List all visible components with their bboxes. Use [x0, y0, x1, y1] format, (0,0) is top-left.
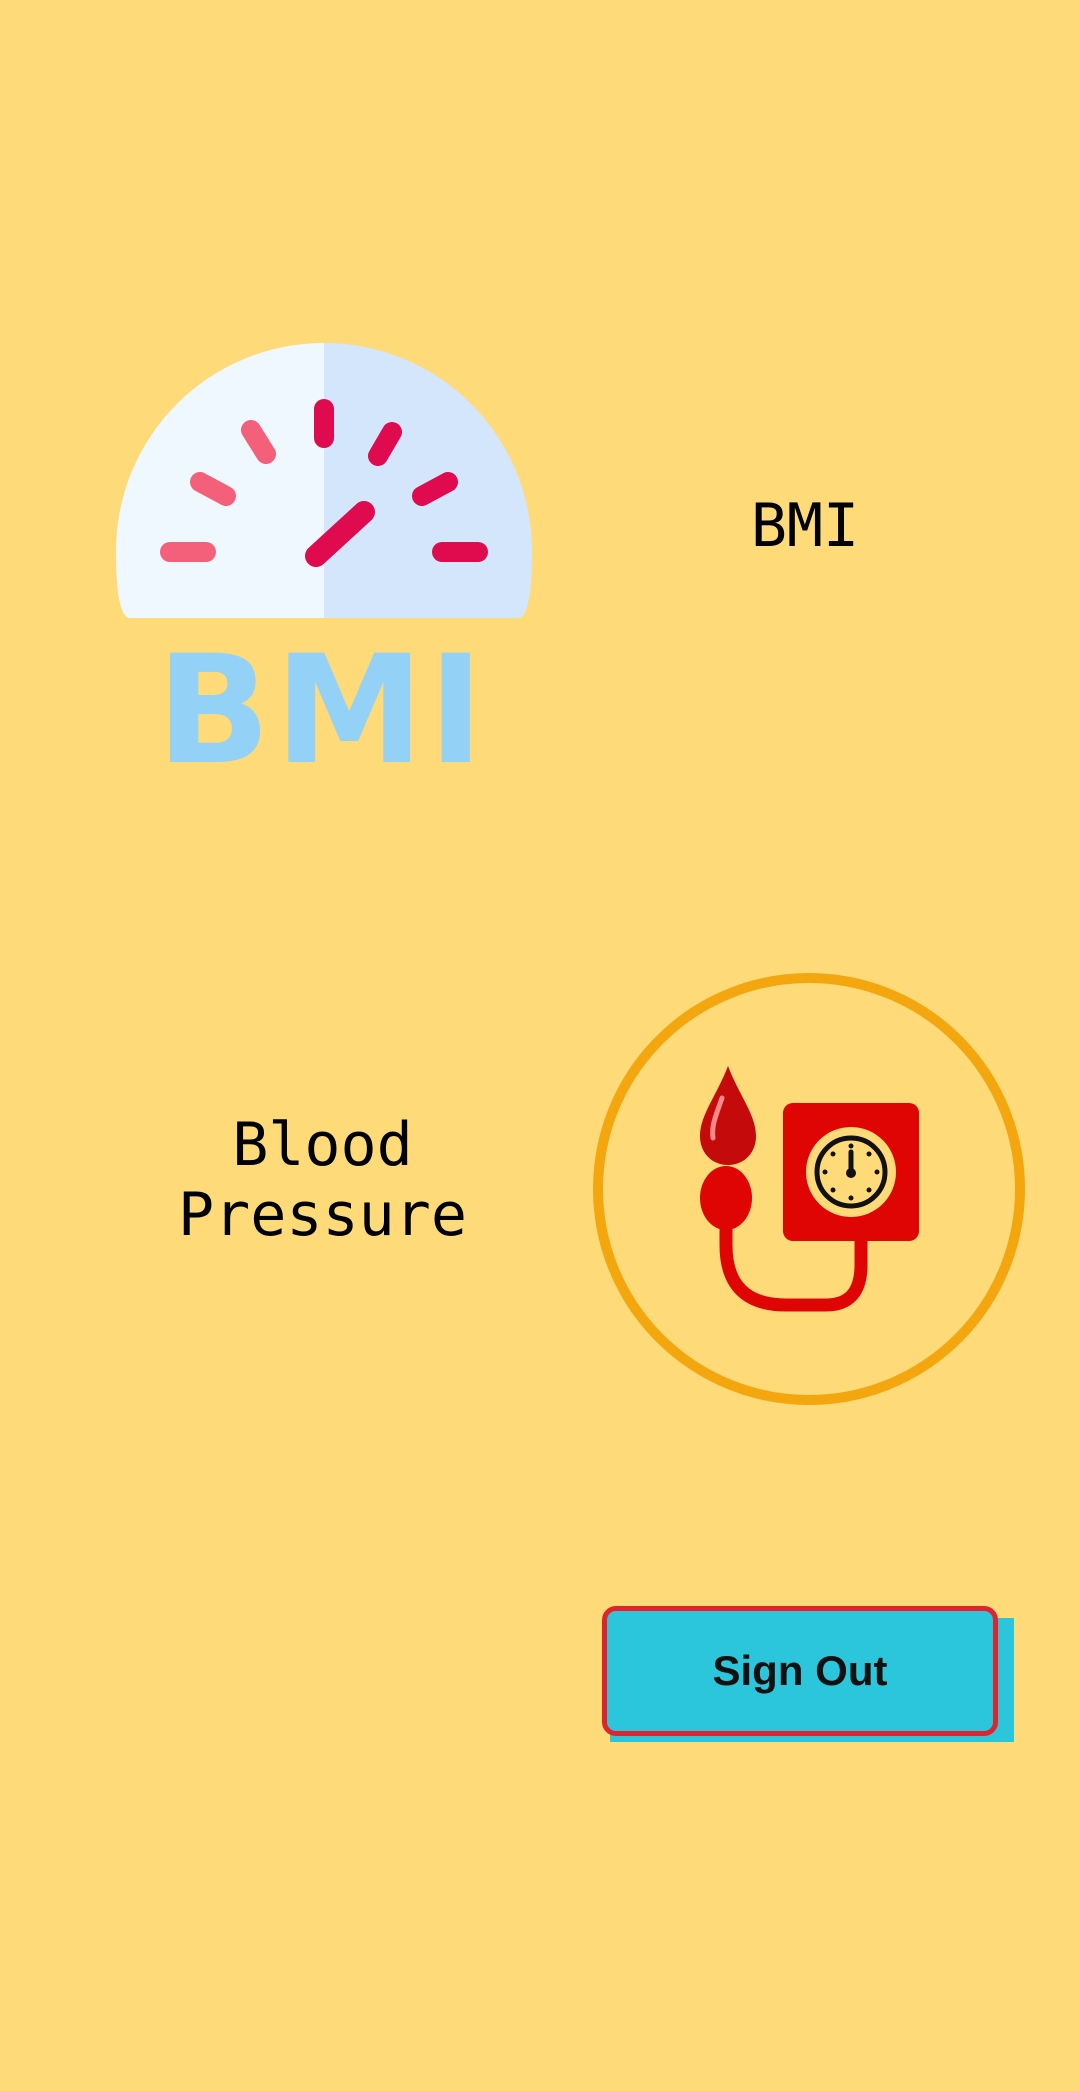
bmi-label[interactable]: BMI: [660, 490, 950, 562]
blood-pressure-label-line2: Pressure: [178, 1180, 467, 1250]
sign-out-button[interactable]: Sign Out: [602, 1606, 998, 1736]
sign-out-container: Sign Out: [602, 1606, 1014, 1742]
blood-pressure-icon[interactable]: [593, 973, 1025, 1405]
bmi-icon-letters: BMI: [156, 624, 487, 772]
bmi-icon[interactable]: BMI: [108, 340, 540, 798]
blood-drop-icon: [700, 1066, 756, 1165]
blood-pressure-label[interactable]: Blood Pressure: [150, 1110, 495, 1250]
blood-pressure-label-line1: Blood: [232, 1110, 413, 1180]
